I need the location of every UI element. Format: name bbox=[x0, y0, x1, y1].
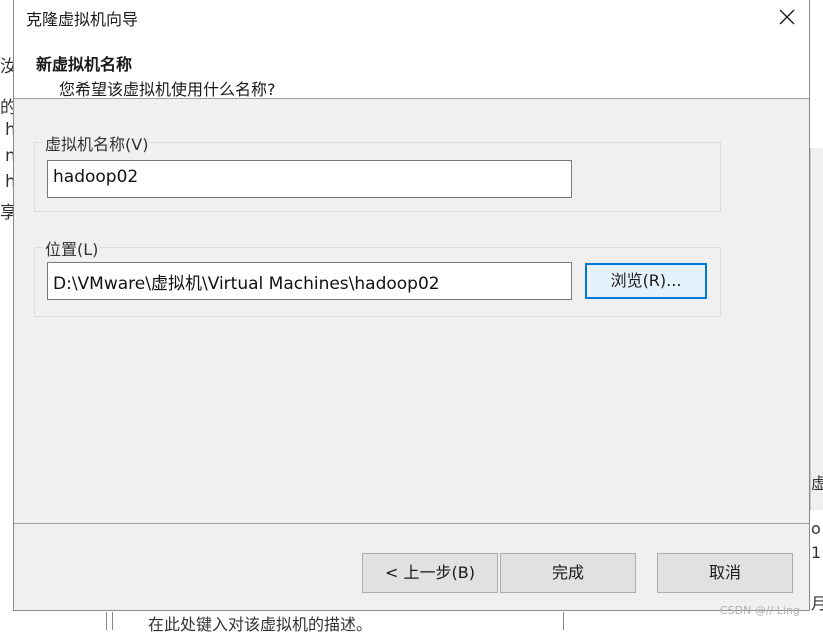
location-label: 位置(L) bbox=[43, 236, 101, 260]
dialog-title: 克隆虚拟机向导 bbox=[26, 10, 139, 29]
background-divider bbox=[112, 612, 113, 630]
background-panel bbox=[810, 148, 823, 510]
clone-vm-wizard-dialog: 克隆虚拟机向导 新虚拟机名称 您希望该虚拟机使用什么名称? 虚拟机名称(V) h… bbox=[13, 0, 810, 611]
background-text-fragment: o bbox=[811, 519, 821, 538]
vm-name-input[interactable]: hadoop02 bbox=[47, 160, 572, 198]
browse-button[interactable]: 浏览(R)... bbox=[585, 263, 707, 299]
cancel-button[interactable]: 取消 bbox=[657, 553, 793, 593]
background-divider bbox=[563, 612, 564, 630]
background-description-field: 在此处键入对该虚拟机的描述。 bbox=[148, 615, 373, 634]
location-input[interactable]: D:\VMware\虚拟机\Virtual Machines\hadoop02 bbox=[47, 262, 572, 300]
close-button[interactable] bbox=[763, 0, 809, 34]
finish-button[interactable]: 完成 bbox=[500, 553, 636, 593]
background-text-fragment: 1 bbox=[811, 543, 822, 562]
background-divider bbox=[106, 612, 107, 630]
wizard-header: 新虚拟机名称 您希望该虚拟机使用什么名称? bbox=[14, 34, 809, 99]
close-icon bbox=[779, 9, 795, 25]
vm-name-label: 虚拟机名称(V) bbox=[43, 131, 151, 155]
back-button[interactable]: < 上一步(B) bbox=[362, 553, 498, 593]
page-title: 新虚拟机名称 bbox=[36, 55, 133, 74]
background-text-fragment: 虚 bbox=[811, 474, 823, 493]
watermark: CSDN @// Ling bbox=[720, 604, 800, 617]
footer-separator bbox=[14, 523, 809, 524]
page-subtitle: 您希望该虚拟机使用什么名称? bbox=[59, 80, 276, 99]
title-bar: 克隆虚拟机向导 bbox=[14, 0, 809, 34]
background-window-left: 汝 的 h n h 享 bbox=[0, 0, 17, 630]
background-text-fragment: 月 bbox=[811, 594, 823, 613]
background-window-bottom bbox=[14, 612, 810, 630]
